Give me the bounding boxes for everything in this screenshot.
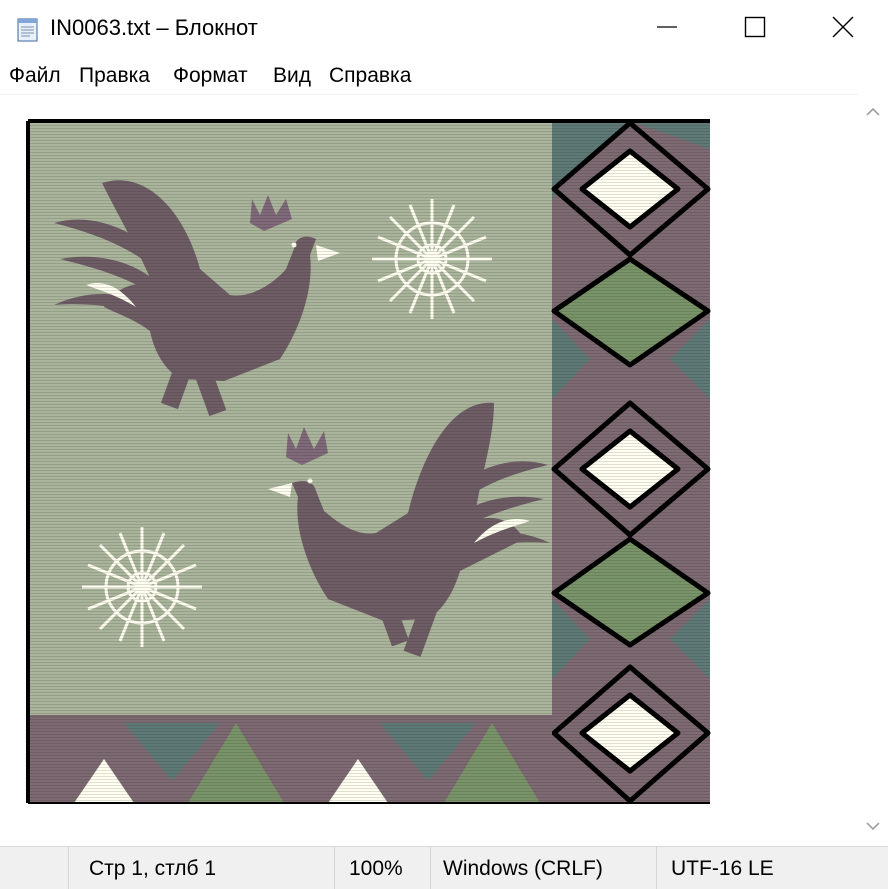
status-zoom: 100% <box>334 847 431 889</box>
status-line-endings-text: Windows (CRLF) <box>443 857 603 880</box>
status-zoom-text: 100% <box>349 857 403 880</box>
ascii-art-image <box>24 119 712 810</box>
status-position-text: Стр 1, стлб 1 <box>89 857 217 880</box>
maximize-icon <box>744 16 766 38</box>
menu-bar: Файл Правка Формат Вид Справка <box>0 58 888 94</box>
window-title: IN0063.txt – Блокнот <box>50 15 258 40</box>
title-bar: IN0063.txt – Блокнот <box>0 0 888 56</box>
menu-view[interactable]: Вид <box>273 64 311 88</box>
status-encoding-text: UTF-16 LE <box>671 857 774 880</box>
close-button[interactable] <box>800 0 888 56</box>
menu-file[interactable]: Файл <box>9 64 61 88</box>
status-position: Стр 1, стлб 1 <box>68 847 335 889</box>
maximize-button[interactable] <box>712 0 800 56</box>
chevron-down-icon[interactable] <box>865 818 881 834</box>
menu-help[interactable]: Справка <box>329 64 411 88</box>
vertical-scrollbar[interactable] <box>858 94 888 846</box>
chevron-up-icon[interactable] <box>865 104 881 120</box>
status-encoding: UTF-16 LE <box>656 847 888 889</box>
status-line-endings: Windows (CRLF) <box>430 847 657 889</box>
menu-edit[interactable]: Правка <box>79 64 150 88</box>
notepad-icon <box>16 16 40 42</box>
status-bar: Стр 1, стлб 1 100% Windows (CRLF) UTF-16… <box>0 846 888 889</box>
minimize-button[interactable] <box>624 0 712 56</box>
menu-format[interactable]: Формат <box>173 64 248 88</box>
close-icon <box>832 16 854 38</box>
minimize-icon <box>657 26 677 28</box>
